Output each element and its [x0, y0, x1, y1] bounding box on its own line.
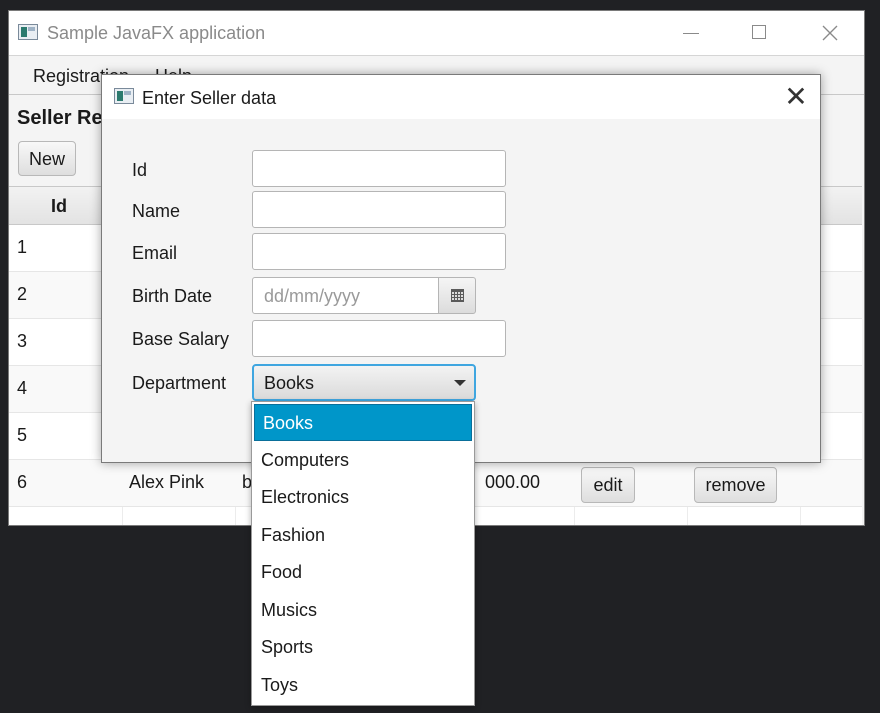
dropdown-option-books[interactable]: Books	[254, 404, 472, 441]
birth-date-field[interactable]: dd/mm/yyyy	[252, 277, 439, 314]
dropdown-option-sports[interactable]: Sports	[253, 629, 473, 666]
maximize-icon	[752, 25, 766, 39]
cell-id: 1	[17, 237, 28, 257]
cell-salary: 000.00	[485, 472, 541, 492]
label-id: Id	[132, 160, 148, 180]
cell-id: 5	[17, 425, 28, 445]
id-field[interactable]	[252, 150, 506, 187]
main-titlebar: Sample JavaFX application	[9, 11, 864, 56]
chevron-down-icon	[454, 380, 466, 386]
department-dropdown-list: Books Computers Electronics Fashion Food…	[251, 401, 475, 706]
label-name: Name	[132, 201, 181, 221]
cell-name: Alex Pink	[129, 472, 205, 492]
app-icon	[114, 88, 134, 104]
dropdown-option-computers[interactable]: Computers	[253, 442, 473, 479]
cell-id: 6	[17, 472, 28, 492]
cell-id: 4	[17, 378, 28, 398]
label-department: Department	[132, 373, 227, 393]
dropdown-option-electronics[interactable]: Electronics	[253, 479, 473, 516]
dialog-close-button[interactable]: ✕	[772, 75, 820, 119]
date-picker-button[interactable]	[438, 277, 476, 314]
email-field[interactable]	[252, 233, 506, 270]
base-salary-field[interactable]	[252, 320, 506, 357]
dropdown-option-musics[interactable]: Musics	[253, 592, 473, 629]
dialog-titlebar: Enter Seller data ✕	[102, 75, 820, 119]
dropdown-option-toys[interactable]: Toys	[253, 667, 473, 704]
label-base-salary: Base Salary	[132, 329, 230, 349]
name-field[interactable]	[252, 191, 506, 228]
cell-id: 2	[17, 284, 28, 304]
label-birth-date: Birth Date	[132, 286, 213, 306]
department-combobox[interactable]: Books	[252, 364, 476, 401]
label-email: Email	[132, 243, 178, 263]
calendar-icon	[451, 289, 464, 302]
cell-id: 3	[17, 331, 28, 351]
window-title: Sample JavaFX application	[47, 23, 266, 43]
close-window-button[interactable]	[795, 11, 864, 55]
new-button[interactable]: New	[18, 141, 76, 176]
maximize-button[interactable]	[725, 11, 795, 55]
app-icon	[18, 24, 38, 40]
column-header-id[interactable]: Id	[51, 196, 67, 217]
minimize-button[interactable]	[655, 11, 725, 55]
dropdown-option-food[interactable]: Food	[253, 554, 473, 591]
page-title: Seller Re	[17, 107, 103, 129]
department-selected-value: Books	[264, 373, 315, 393]
remove-button[interactable]: remove	[694, 467, 777, 503]
dropdown-option-fashion[interactable]: Fashion	[253, 517, 473, 554]
close-icon	[822, 25, 838, 41]
edit-button[interactable]: edit	[581, 467, 635, 503]
minimize-icon	[683, 33, 699, 34]
close-icon: ✕	[784, 81, 808, 112]
dialog-title: Enter Seller data	[142, 88, 277, 108]
